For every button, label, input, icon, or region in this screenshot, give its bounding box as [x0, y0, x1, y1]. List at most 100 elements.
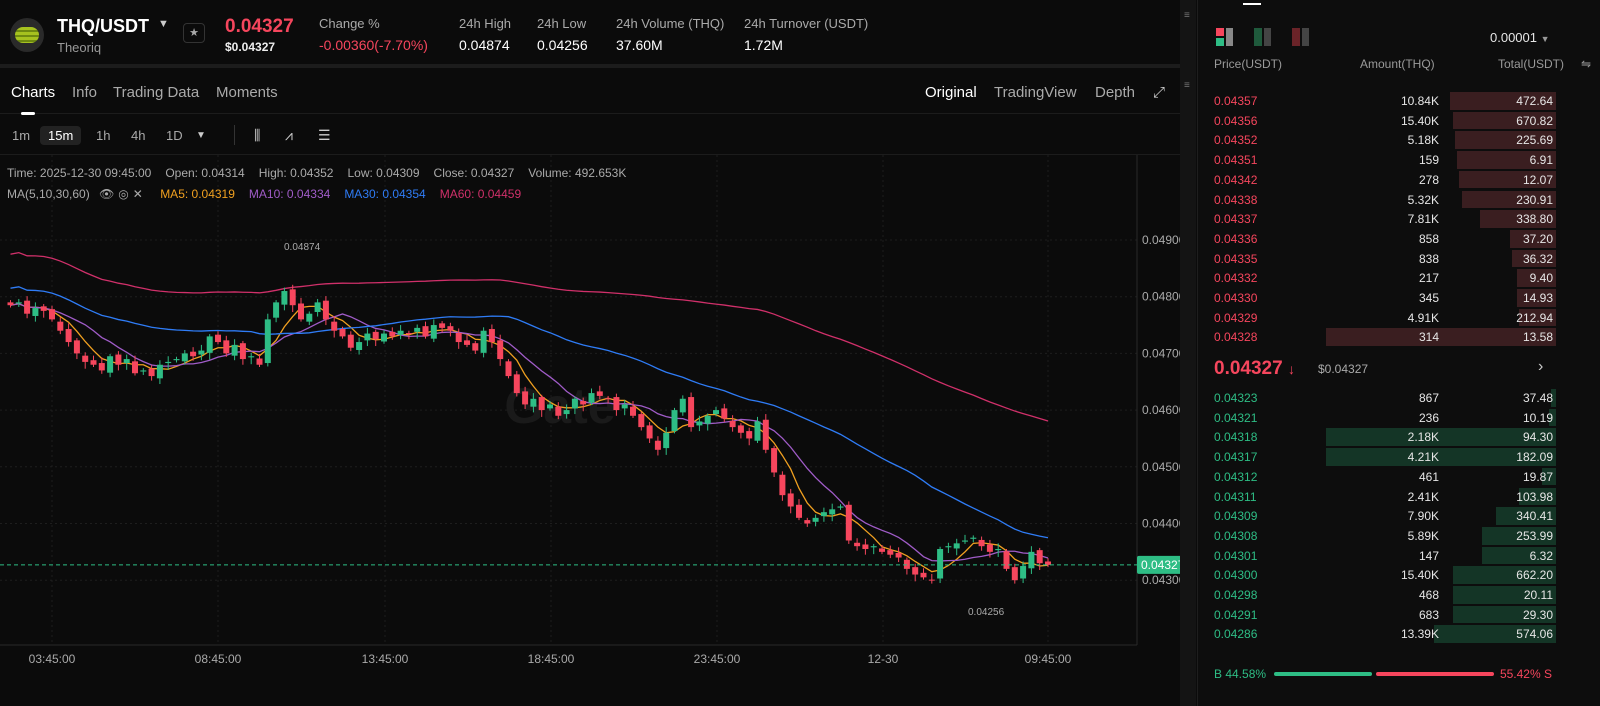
view-depth[interactable]: Depth	[1095, 84, 1135, 101]
indicator-icon[interactable]: ⩘	[285, 127, 293, 144]
orderbook-row[interactable]: 0.04356 15.40K 670.82	[1198, 111, 1600, 131]
stat-value: 37.60M	[616, 37, 663, 53]
candle-body	[447, 326, 454, 331]
orderbook-row[interactable]: 0.04286 13.39K 574.06	[1198, 624, 1600, 644]
orderbook-row[interactable]: 0.04342 278 12.07	[1198, 170, 1600, 190]
view-both-icon[interactable]	[1216, 28, 1234, 46]
fullscreen-icon[interactable]: ⤢	[1153, 84, 1165, 101]
chevron-right-icon[interactable]: ›	[1538, 358, 1543, 376]
favorite-star-icon[interactable]: ★	[183, 23, 205, 43]
row-amount: 2.41K	[1407, 489, 1439, 504]
candle-body	[372, 331, 379, 340]
candle-body	[696, 421, 703, 426]
orderbook-row[interactable]: 0.04336 858 37.20	[1198, 229, 1600, 249]
row-total: 37.48	[1522, 391, 1553, 405]
orderbook-row[interactable]: 0.04335 838 36.32	[1198, 249, 1600, 269]
row-amount: 461	[1418, 469, 1439, 484]
candle-body	[15, 302, 22, 304]
y-tick-label: 0.04300	[1142, 573, 1180, 587]
tab-info[interactable]: Info	[72, 84, 97, 101]
candle-body	[613, 397, 620, 411]
candle-body	[439, 323, 446, 328]
candle-body	[953, 543, 960, 549]
drag-handle-icon[interactable]: ≡	[1184, 80, 1190, 91]
row-amount: 838	[1418, 251, 1439, 266]
orderbook-row[interactable]: 0.04311 2.41K 103.98	[1198, 487, 1600, 507]
orderbook-row[interactable]: 0.04357 10.84K 472.64	[1198, 91, 1600, 111]
high-label: 0.04874	[284, 242, 321, 253]
view-original[interactable]: Original	[925, 84, 977, 101]
pair-name[interactable]: THQ/USDT	[57, 16, 149, 37]
candle-body	[688, 397, 695, 428]
timeframe-dropdown-icon[interactable]: ▼	[196, 130, 206, 141]
orderbook-row[interactable]: 0.04352 5.18K 225.69	[1198, 130, 1600, 150]
timeframe-1d[interactable]: 1D	[158, 126, 191, 145]
orderbook-row[interactable]: 0.04312 461 19.87	[1198, 467, 1600, 487]
row-price: 0.04311	[1214, 489, 1257, 504]
last-price: 0.04327	[225, 16, 294, 37]
candle-body	[654, 440, 661, 450]
timeframe-15m[interactable]: 15m	[40, 126, 82, 145]
row-total: 182.09	[1516, 450, 1553, 465]
settings-list-icon[interactable]: ☰	[318, 127, 331, 144]
row-amount: 5.32K	[1407, 192, 1439, 207]
orderbook-row[interactable]: 0.04298 468 20.11	[1198, 585, 1600, 605]
row-total: 20.11	[1523, 588, 1553, 602]
orderbook-row[interactable]: 0.04328 314 13.58	[1198, 327, 1600, 347]
row-price: 0.04336	[1214, 231, 1258, 246]
orderbook-row[interactable]: 0.04317 4.21K 182.09	[1198, 447, 1600, 467]
row-amount: 278	[1418, 172, 1439, 187]
ma5-line	[10, 303, 1049, 573]
token-name: Theoriq	[57, 40, 102, 55]
orderbook-row[interactable]: 0.04309 7.90K 340.41	[1198, 506, 1600, 526]
stat-value: 0.04874	[459, 37, 510, 53]
orderbook-row[interactable]: 0.04318 2.18K 94.30	[1198, 427, 1600, 447]
candle-body	[223, 340, 230, 354]
stat-label: 24h Volume (THQ)	[616, 16, 725, 31]
candle-body	[206, 336, 213, 353]
row-total: 13.58	[1522, 330, 1553, 345]
panel-splitter[interactable]: ≡ ≡	[1180, 0, 1196, 706]
orderbook-row[interactable]: 0.04332 217 9.40	[1198, 268, 1600, 288]
orderbook-row[interactable]: 0.04301 147 6.32	[1198, 546, 1600, 566]
candle-body	[530, 398, 537, 407]
orderbook-row[interactable]: 0.04351 159 6.91	[1198, 150, 1600, 170]
row-total: 19.87	[1522, 469, 1553, 484]
candle-body	[879, 548, 885, 552]
candle-body	[198, 350, 205, 355]
timeframe-1h[interactable]: 1h	[88, 126, 118, 145]
orderbook-row[interactable]: 0.04308 5.89K 253.99	[1198, 526, 1600, 546]
orderbook-row[interactable]: 0.04329 4.91K 212.94	[1198, 308, 1600, 328]
view-tradingview[interactable]: TradingView	[994, 84, 1077, 101]
row-total: 10.19	[1522, 410, 1553, 425]
settings-icon[interactable]: ◎	[118, 187, 128, 201]
tab-charts[interactable]: Charts	[11, 84, 55, 115]
candlestick-icon[interactable]: ⫼	[254, 127, 260, 144]
precision-select[interactable]: 0.00001 ▼	[1490, 30, 1550, 45]
close-icon[interactable]: ✕	[133, 187, 143, 201]
drag-handle-icon[interactable]: ≡	[1184, 10, 1190, 21]
view-bids-icon[interactable]	[1254, 28, 1272, 46]
tab-moments[interactable]: Moments	[216, 84, 278, 101]
candle-body	[347, 334, 354, 348]
candle-body	[497, 340, 504, 360]
chevron-down-icon[interactable]: ▼	[158, 18, 169, 30]
orderbook-row[interactable]: 0.04300 15.40K 662.20	[1198, 565, 1600, 585]
orderbook-row[interactable]: 0.04330 345 14.93	[1198, 288, 1600, 308]
orderbook-row[interactable]: 0.04337 7.81K 338.80	[1198, 209, 1600, 229]
view-asks-icon[interactable]	[1292, 28, 1310, 46]
orderbook-row[interactable]: 0.04321 236 10.19	[1198, 408, 1600, 428]
row-total: 225.69	[1516, 133, 1553, 148]
timeframe-4h[interactable]: 4h	[123, 126, 153, 145]
row-amount: 236	[1418, 410, 1439, 425]
candle-body	[414, 327, 421, 332]
orderbook-row[interactable]: 0.04323 867 37.48	[1198, 388, 1600, 408]
tab-trading-data[interactable]: Trading Data	[113, 84, 199, 101]
orderbook-row[interactable]: 0.04291 683 29.30	[1198, 605, 1600, 625]
toggle-total-icon[interactable]: ⇋	[1581, 57, 1591, 71]
eye-icon[interactable]: 👁	[99, 187, 114, 201]
candlestick-chart[interactable]: 0.04900 0.04800 0.04700 0.04600 0.04500 0.044…	[0, 155, 1180, 670]
candle-body	[513, 374, 520, 394]
timeframe-1m[interactable]: 1m	[4, 126, 38, 145]
orderbook-row[interactable]: 0.04338 5.32K 230.91	[1198, 190, 1600, 210]
